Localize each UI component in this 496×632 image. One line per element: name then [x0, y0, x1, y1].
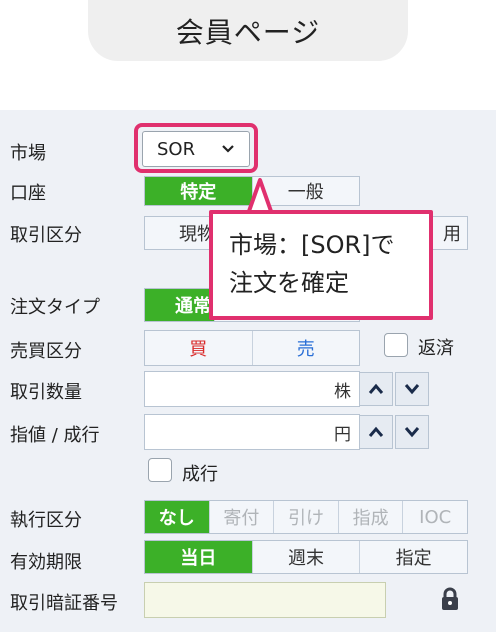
execution-option-open[interactable]: 寄付: [210, 501, 275, 533]
chevron-down-icon: [404, 384, 420, 395]
chevron-down-icon: [404, 427, 420, 438]
market-highlight-ring: [134, 123, 258, 173]
price-increment-button[interactable]: [359, 415, 393, 449]
execution-toggle: なし 寄付 引け 指成 IOC: [144, 500, 468, 534]
validity-toggle: 当日 週末 指定: [144, 540, 468, 574]
repay-checkbox[interactable]: [384, 333, 408, 357]
market-order-checkbox[interactable]: [148, 458, 172, 482]
pin-input[interactable]: [144, 582, 386, 618]
quantity-unit: 株: [334, 381, 351, 402]
tooltip-callout: 市場：[SOR]で 注文を確定: [209, 210, 433, 320]
quantity-decrement-button[interactable]: [395, 372, 429, 406]
member-page-button[interactable]: 会員ページ: [88, 0, 408, 61]
side-label: 売買区分: [10, 341, 82, 362]
price-label: 指値 / 成行: [10, 425, 100, 446]
price-input[interactable]: 円: [144, 414, 360, 450]
execution-label: 執行区分: [10, 510, 82, 531]
market-label: 市場: [10, 143, 46, 164]
account-label: 口座: [10, 183, 46, 204]
execution-option-close[interactable]: 引け: [274, 501, 339, 533]
side-option-buy[interactable]: 買: [145, 331, 253, 365]
market-order-label: 成行: [182, 464, 218, 485]
quantity-increment-button[interactable]: [359, 372, 393, 406]
callout-line-2: 注文を確定: [229, 269, 349, 297]
execution-option-limit-market[interactable]: 指成: [339, 501, 404, 533]
member-page-label: 会員ページ: [175, 15, 321, 49]
validity-option-today[interactable]: 当日: [145, 541, 253, 573]
repay-label: 返済: [418, 338, 454, 359]
quantity-label: 取引数量: [10, 382, 82, 403]
callout-line-1: 市場：[SOR]で: [229, 231, 395, 259]
chevron-up-icon: [368, 426, 384, 437]
trade-type-label: 取引区分: [10, 225, 82, 246]
execution-option-ioc[interactable]: IOC: [403, 501, 467, 533]
side-toggle: 買 売: [144, 330, 360, 366]
quantity-input[interactable]: 株: [144, 371, 360, 407]
chevron-up-icon: [368, 383, 384, 394]
order-type-label: 注文タイプ: [10, 297, 100, 318]
execution-option-none[interactable]: なし: [145, 501, 210, 533]
validity-label: 有効期限: [10, 552, 82, 573]
lock-icon: [442, 587, 458, 610]
side-option-sell[interactable]: 売: [253, 331, 360, 365]
validity-option-weekend[interactable]: 週末: [253, 541, 361, 573]
pin-label: 取引暗証番号: [10, 593, 118, 614]
price-decrement-button[interactable]: [395, 415, 429, 449]
price-unit: 円: [334, 424, 351, 445]
order-type-option-normal[interactable]: 通常: [145, 289, 215, 321]
validity-option-specify[interactable]: 指定: [360, 541, 467, 573]
